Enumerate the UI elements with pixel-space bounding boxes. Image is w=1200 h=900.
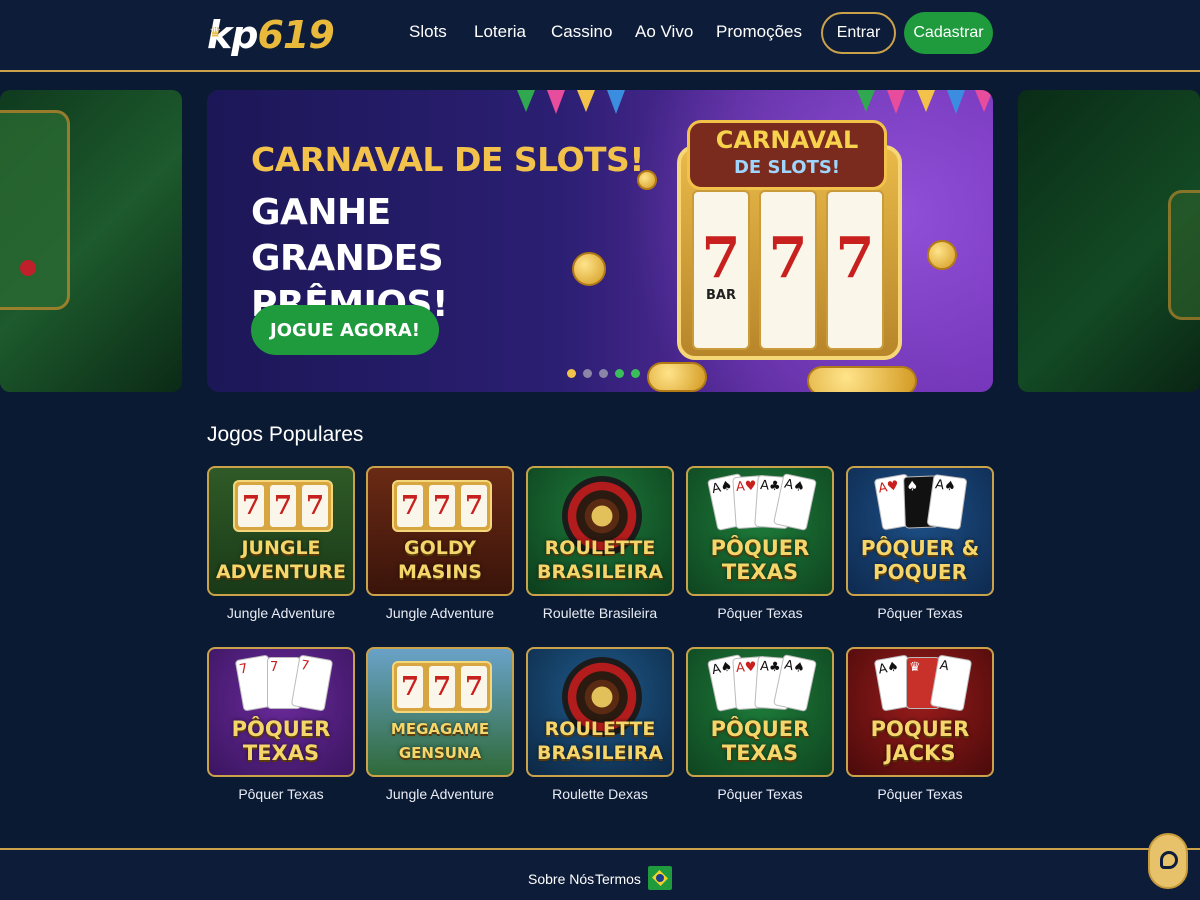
game-title: Jungle Adventure (385, 786, 495, 802)
game-thumbnail[interactable]: A♠ ♛ A POQUER JACKS (846, 647, 994, 777)
game-card[interactable]: 777 GOLDY MASINS Jungle Adventure (366, 466, 514, 621)
slot-reel: 7 (759, 190, 817, 350)
game-title: Roulette Dexas (552, 786, 648, 802)
chat-support-button[interactable] (1148, 833, 1188, 889)
carousel-dot[interactable] (583, 369, 592, 378)
carnaval-sign: CARNAVAL DE SLOTS! (687, 120, 887, 190)
game-card[interactable]: A♠ ♛ A POQUER JACKS Pôquer Texas (846, 647, 994, 802)
register-button[interactable]: Cadastrar (904, 12, 993, 54)
site-logo[interactable]: ♛ kp619 (207, 10, 335, 60)
site-footer: Sobre Nós Termos (0, 848, 1200, 900)
slot-reel: 7 (826, 190, 884, 350)
game-title: Pôquer Texas (717, 786, 803, 802)
game-card[interactable]: A♠ A♥ A♣ A♠ PÔQUER TEXAS Pôquer Texas (686, 647, 834, 802)
carousel-dot[interactable] (567, 369, 576, 378)
slot-reel: 7 BAR (692, 190, 750, 350)
game-title: Pôquer Texas (877, 605, 963, 621)
carousel-prev-slide[interactable] (0, 90, 182, 392)
carousel-next-slide[interactable] (1018, 90, 1200, 392)
carousel-dot[interactable] (631, 369, 640, 378)
game-title: Pôquer Texas (717, 605, 803, 621)
login-button[interactable]: Entrar (821, 12, 896, 54)
coin-pile (807, 366, 917, 392)
game-title: Pôquer Texas (877, 786, 963, 802)
game-thumbnail[interactable]: 777 JUNGLE ADVENTURE (207, 466, 355, 596)
carousel-dot[interactable] (599, 369, 608, 378)
banner-title-highlight: CARNAVAL DE SLOTS! (251, 140, 644, 179)
game-title: Jungle Adventure (226, 605, 336, 621)
game-thumbnail[interactable]: A♥ ♠ A♠ PÔQUER & POQUER (846, 466, 994, 596)
nav-item-promocoes[interactable]: Promoções (716, 22, 802, 42)
nav-item-loteria[interactable]: Loteria (474, 22, 526, 42)
slot-art-decoration (1168, 190, 1200, 320)
game-thumbnail[interactable]: 777 GOLDY MASINS (366, 466, 514, 596)
gold-coin (637, 170, 657, 190)
brazil-flag-icon[interactable] (648, 866, 672, 890)
game-card[interactable]: A♠ A♥ A♣ A♠ PÔQUER TEXAS Pôquer Texas (686, 466, 834, 621)
game-card[interactable]: 7 7 7 PÔQUER TEXAS Pôquer Texas (207, 647, 355, 802)
game-thumbnail[interactable]: A♠ A♥ A♣ A♠ PÔQUER TEXAS (686, 647, 834, 777)
carousel-indicators (567, 369, 640, 379)
game-title: Pôquer Texas (238, 786, 324, 802)
play-now-button[interactable]: JOGUE AGORA! (251, 305, 439, 355)
footer-link-about[interactable]: Sobre Nós (528, 871, 594, 887)
nav-item-cassino[interactable]: Cassino (551, 22, 612, 42)
chat-icon (1160, 851, 1178, 869)
gold-coin (572, 252, 606, 286)
gold-coin (927, 240, 957, 270)
game-card[interactable]: 777 JUNGLE ADVENTURE Jungle Adventure (207, 466, 355, 621)
game-title: Roulette Brasileira (542, 605, 658, 621)
crown-icon: ♛ (209, 25, 222, 41)
game-title: Jungle Adventure (385, 605, 495, 621)
section-title: Jogos Populares (207, 423, 364, 446)
game-thumbnail[interactable]: 777 MEGAGAME GENSUNA (366, 647, 514, 777)
game-card[interactable]: ROULETTE BRASILEIRA Roulette Dexas (526, 647, 674, 802)
game-card[interactable]: ROULETTE BRASILEIRA Roulette Brasileira (526, 466, 674, 621)
game-thumbnail[interactable]: 7 7 7 PÔQUER TEXAS (207, 647, 355, 777)
site-header: ♛ kp619 Slots Loteria Cassino Ao Vivo Pro… (0, 0, 1200, 72)
hero-banner[interactable]: CARNAVAL DE SLOTS! GANHE GRANDES PRÊMIOS… (207, 90, 993, 392)
game-card[interactable]: A♥ ♠ A♠ PÔQUER & POQUER Pôquer Texas (846, 466, 994, 621)
game-thumbnail[interactable]: A♠ A♥ A♣ A♠ PÔQUER TEXAS (686, 466, 834, 596)
slot-lever-knob (20, 260, 36, 276)
carousel-dot[interactable] (615, 369, 624, 378)
game-thumbnail[interactable]: ROULETTE BRASILEIRA (526, 466, 674, 596)
nav-item-slots[interactable]: Slots (409, 22, 447, 42)
game-thumbnail[interactable]: ROULETTE BRASILEIRA (526, 647, 674, 777)
slot-art-decoration (0, 110, 70, 310)
footer-link-terms[interactable]: Termos (595, 871, 641, 887)
game-card[interactable]: 777 MEGAGAME GENSUNA Jungle Adventure (366, 647, 514, 802)
nav-item-ao-vivo[interactable]: Ao Vivo (635, 22, 693, 42)
coin-pile (647, 362, 707, 392)
